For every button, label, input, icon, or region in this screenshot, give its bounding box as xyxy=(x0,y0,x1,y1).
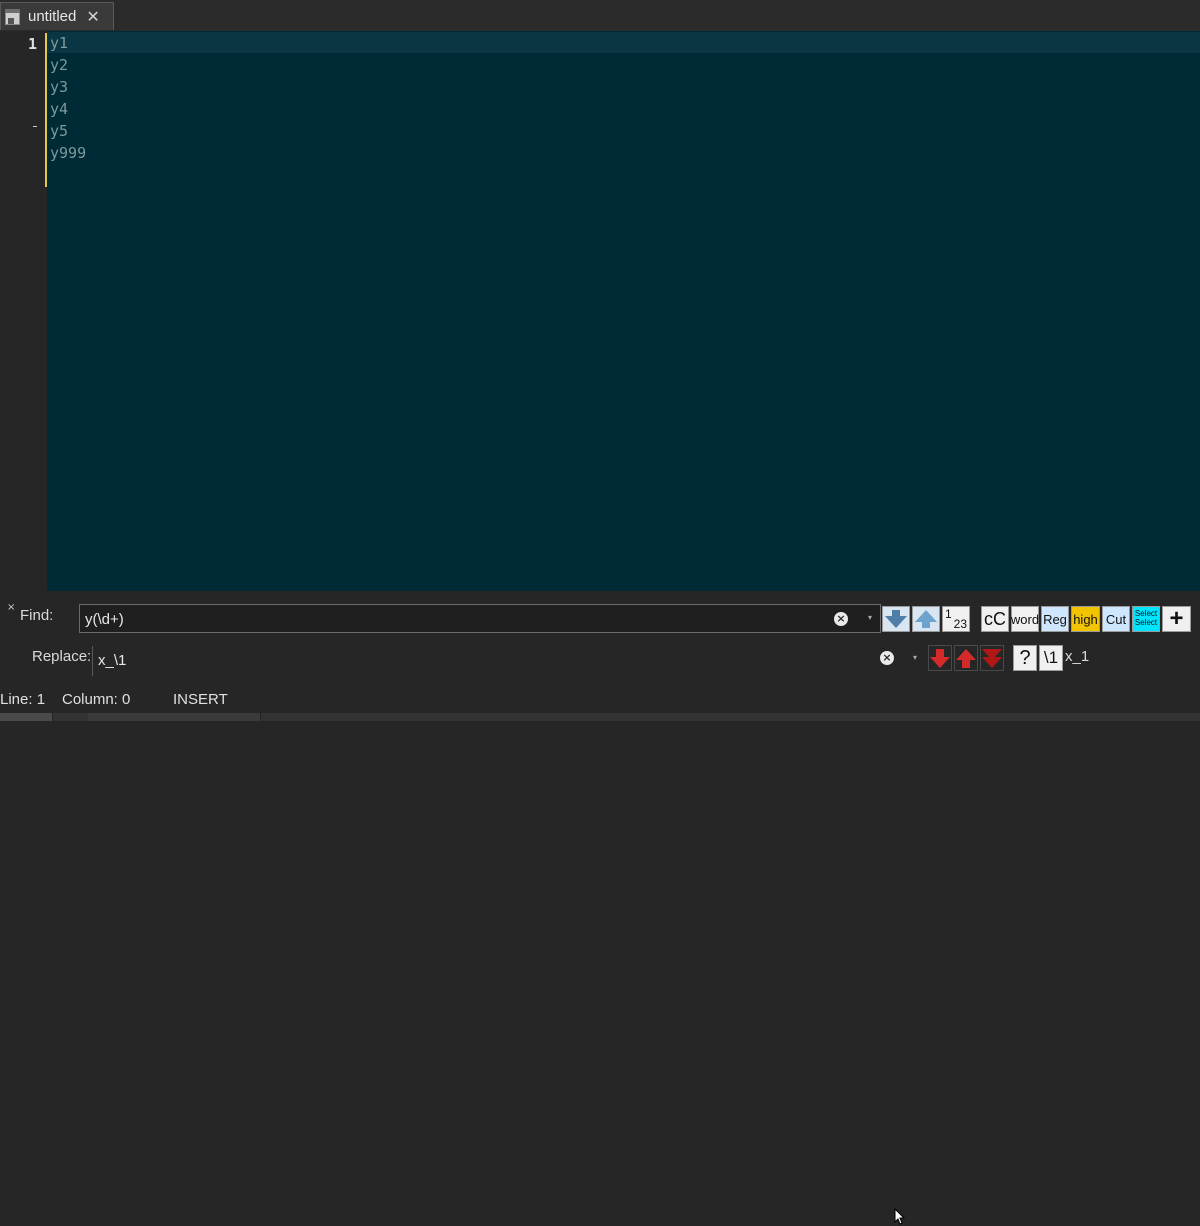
sequence-sup: 1 xyxy=(944,607,952,621)
line-gutter: 1 xyxy=(0,31,47,591)
find-next-button[interactable] xyxy=(882,606,910,632)
replace-history-chevron-down-icon[interactable]: ▾ xyxy=(913,653,917,662)
replace-preview: x_1 xyxy=(1065,648,1090,665)
find-replace-panel: × Find: y(\d+) × ▾ 1 23 cC word Reg high… xyxy=(0,591,1200,1225)
tab-bar: untitled ✕ xyxy=(0,0,1200,31)
bottom-segment[interactable] xyxy=(88,713,153,721)
status-bar: Line: 1 Column: 0 INSERT xyxy=(0,691,1200,721)
bottom-segment[interactable] xyxy=(152,713,261,721)
editor-line: y999 xyxy=(50,144,87,162)
replace-previous-button[interactable] xyxy=(954,645,978,671)
find-input[interactable]: y(\d+) xyxy=(79,604,881,633)
select-toggle[interactable]: Select Select xyxy=(1132,606,1160,632)
case-sensitive-toggle[interactable]: cC xyxy=(981,606,1009,632)
find-panel-close-icon[interactable]: × xyxy=(7,602,15,613)
find-label: Find: xyxy=(20,607,54,624)
editor-lines: y1 y2 y3 y4 y5 y999 xyxy=(50,33,86,165)
text-editor[interactable]: y1 y2 y3 y4 y5 y999 xyxy=(47,31,1200,591)
editor-line: y2 xyxy=(50,56,69,74)
replace-label: Replace: xyxy=(32,648,92,665)
editor-line: y5 xyxy=(50,122,69,140)
fold-marker xyxy=(33,126,37,127)
replace-all-button[interactable] xyxy=(980,645,1004,671)
select-label-bottom: Select xyxy=(1134,618,1158,627)
document-icon xyxy=(4,8,22,26)
find-clear-icon[interactable]: × xyxy=(834,612,848,626)
find-previous-button[interactable] xyxy=(912,606,940,632)
editor-line: y3 xyxy=(50,78,69,96)
current-line-highlight xyxy=(47,32,1200,53)
editor-line: y1 xyxy=(50,34,69,52)
find-sequence-button[interactable]: 1 23 xyxy=(942,606,970,632)
status-mode: INSERT xyxy=(173,691,228,708)
add-button[interactable]: + xyxy=(1162,605,1191,632)
bottom-segment[interactable] xyxy=(0,713,53,721)
tab-title: untitled xyxy=(28,8,77,25)
replace-next-button[interactable] xyxy=(928,645,952,671)
find-history-chevron-down-icon[interactable]: ▾ xyxy=(868,613,872,622)
sequence-sub: 23 xyxy=(953,617,968,631)
replace-input[interactable]: x_\1 xyxy=(92,646,922,676)
replace-clear-icon[interactable]: × xyxy=(880,651,894,665)
status-column: Column: 0 xyxy=(62,691,131,708)
tab-untitled[interactable]: untitled ✕ xyxy=(0,2,114,30)
status-line: Line: 1 xyxy=(0,691,46,708)
cut-toggle[interactable]: Cut xyxy=(1102,606,1130,632)
line-number: 1 xyxy=(27,35,37,53)
whole-word-toggle[interactable]: word xyxy=(1011,606,1039,632)
regex-help-button[interactable]: ? xyxy=(1013,645,1037,671)
backreference-button[interactable]: \1 xyxy=(1039,645,1063,671)
editor-line: y4 xyxy=(50,100,69,118)
mouse-cursor-icon xyxy=(894,1208,906,1225)
tab-close-icon[interactable]: ✕ xyxy=(86,8,99,25)
regex-toggle[interactable]: Reg xyxy=(1041,606,1069,632)
highlight-toggle[interactable]: high xyxy=(1071,606,1100,632)
